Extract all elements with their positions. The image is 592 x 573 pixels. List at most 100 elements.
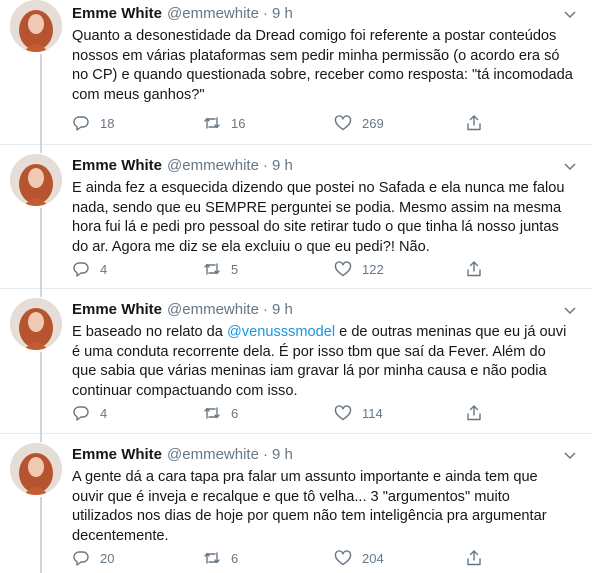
author-handle[interactable]: @emmewhite — [167, 300, 259, 320]
reply-button[interactable]: 18 — [72, 114, 203, 132]
share-icon — [467, 261, 481, 277]
tweet-text-line: é uma conduta recorrente dela. É por iss… — [72, 343, 546, 360]
avatar[interactable] — [10, 298, 62, 350]
thread-connector-line — [40, 289, 42, 297]
tweet-text-line: Quanto a desonestidade da Dread comigo f… — [72, 28, 557, 44]
retweet-icon — [204, 552, 220, 564]
like-count: 122 — [362, 261, 384, 277]
tweet-text-line: que sabia que várias meninas iam gravar … — [72, 363, 547, 380]
retweet-icon — [204, 263, 220, 275]
reply-button[interactable]: 4 — [72, 404, 203, 422]
tweet-header: Emme White @emmewhite · 9 h — [72, 0, 592, 24]
tweet[interactable]: Emme White @emmewhite · 9 h E ainda fez … — [0, 145, 592, 289]
author-name[interactable]: Emme White — [72, 445, 162, 465]
tweet-text-line: nossos em várias plataformas sem pedir m… — [72, 47, 560, 64]
like-button[interactable]: 269 — [334, 114, 465, 132]
reply-icon — [73, 406, 89, 421]
share-button[interactable] — [465, 260, 483, 278]
like-count: 114 — [362, 405, 383, 421]
thread-connector-line — [40, 434, 42, 442]
tweet-text-line: E ainda fez a esquecida dizendo que post… — [72, 180, 565, 196]
avatar[interactable] — [10, 443, 62, 495]
share-button[interactable] — [465, 549, 483, 567]
tweet[interactable]: Emme White @emmewhite · 9 h A gente dá a… — [0, 434, 592, 573]
share-button[interactable] — [465, 404, 483, 422]
tweet-text-line: ouvir que é inveja e recalque e que tô v… — [72, 488, 510, 505]
caret-down-icon[interactable] — [562, 447, 578, 463]
tweet-text-segment: e de outras meninas que eu já ouvi — [335, 324, 567, 340]
tweet-timestamp[interactable]: 9 h — [272, 4, 293, 24]
caret-down-icon[interactable] — [562, 302, 578, 318]
author-name[interactable]: Emme White — [72, 156, 162, 176]
retweet-icon — [204, 407, 220, 419]
retweet-icon — [204, 117, 220, 129]
tweet-text-line: hora fui lá e pedi pro pessoal do site r… — [72, 219, 559, 236]
tweet-text: E baseado no relato da @venusssmodel e d… — [72, 323, 584, 401]
retweet-count: 16 — [231, 115, 246, 131]
reply-button[interactable]: 20 — [72, 549, 203, 567]
author-name[interactable]: Emme White — [72, 300, 162, 320]
like-button[interactable]: 204 — [334, 549, 465, 567]
reply-count: 18 — [100, 115, 115, 131]
tweet-actions: 4 5 122 — [72, 259, 592, 279]
caret-down-icon[interactable] — [562, 158, 578, 174]
tweet-text-line: continuar compactuando com isso. — [72, 382, 298, 399]
like-button[interactable]: 114 — [334, 404, 465, 422]
author-name[interactable]: Emme White — [72, 4, 162, 24]
caret-down-icon[interactable] — [562, 6, 578, 22]
retweet-count: 6 — [231, 550, 239, 566]
retweet-button[interactable]: 6 — [203, 549, 334, 567]
like-button[interactable]: 122 — [334, 260, 465, 278]
reply-button[interactable]: 4 — [72, 260, 203, 278]
like-icon — [334, 115, 352, 131]
tweet-header: Emme White @emmewhite · 9 h — [72, 145, 592, 176]
like-count: 204 — [362, 550, 384, 566]
thread-connector-line — [40, 145, 42, 153]
tweet-timestamp[interactable]: 9 h — [272, 300, 293, 320]
retweet-button[interactable]: 5 — [203, 260, 334, 278]
tweet-actions: 18 16 269 — [72, 113, 592, 133]
author-handle[interactable]: @emmewhite — [167, 4, 259, 24]
retweet-count: 6 — [231, 405, 239, 421]
tweet[interactable]: Emme White @emmewhite · 9 h Quanto a des… — [0, 0, 592, 145]
reply-icon — [73, 116, 89, 131]
thread-connector-line — [40, 352, 42, 434]
retweet-button[interactable]: 6 — [203, 404, 334, 422]
tweet-text-segment: E baseado no relato da — [72, 324, 227, 340]
tweet-text-line: nada, sendo que eu SEMPRE perguntei se p… — [72, 199, 562, 216]
like-icon — [334, 261, 352, 277]
tweet-text-line: A gente dá a cara tapa pra falar um assu… — [72, 469, 538, 485]
tweet-timestamp[interactable]: 9 h — [272, 445, 293, 465]
tweet-text: E ainda fez a esquecida dizendo que post… — [72, 179, 584, 257]
tweet-text-line: decentemente. — [72, 527, 169, 544]
reply-icon — [73, 262, 89, 277]
tweet-text-line: do ar. Agora me diz se ela excluiu o que… — [72, 238, 430, 255]
share-button[interactable] — [465, 114, 483, 132]
tweet-header: Emme White @emmewhite · 9 h — [72, 434, 592, 465]
avatar[interactable] — [10, 0, 62, 52]
separator-dot: · — [262, 446, 268, 463]
retweet-button[interactable]: 16 — [203, 114, 334, 132]
reply-count: 20 — [100, 550, 115, 566]
thread-connector-line — [40, 54, 42, 145]
tweet-text-line: no CP) e quando questionada sobre, receb… — [72, 67, 573, 84]
like-icon — [334, 405, 352, 421]
separator-dot: · — [262, 301, 268, 318]
tweet[interactable]: Emme White @emmewhite · 9 h E baseado no… — [0, 289, 592, 434]
tweet-text: A gente dá a cara tapa pra falar um assu… — [72, 468, 584, 546]
tweet-text: Quanto a desonestidade da Dread comigo f… — [72, 27, 584, 105]
tweet-header: Emme White @emmewhite · 9 h — [72, 289, 592, 320]
thread-connector-line — [40, 497, 42, 573]
avatar[interactable] — [10, 154, 62, 206]
author-handle[interactable]: @emmewhite — [167, 156, 259, 176]
tweet-text-line: E baseado no relato da @venusssmodel e d… — [72, 323, 584, 343]
separator-dot: · — [262, 157, 268, 174]
tweet-actions: 20 6 204 — [72, 548, 592, 568]
mention-link[interactable]: @venusssmodel — [227, 324, 335, 340]
thread-connector-line — [40, 208, 42, 289]
reply-count: 4 — [100, 405, 108, 421]
author-handle[interactable]: @emmewhite — [167, 445, 259, 465]
tweet-timestamp[interactable]: 9 h — [272, 156, 293, 176]
reply-icon — [73, 551, 89, 566]
tweet-actions: 4 6 114 — [72, 403, 592, 423]
